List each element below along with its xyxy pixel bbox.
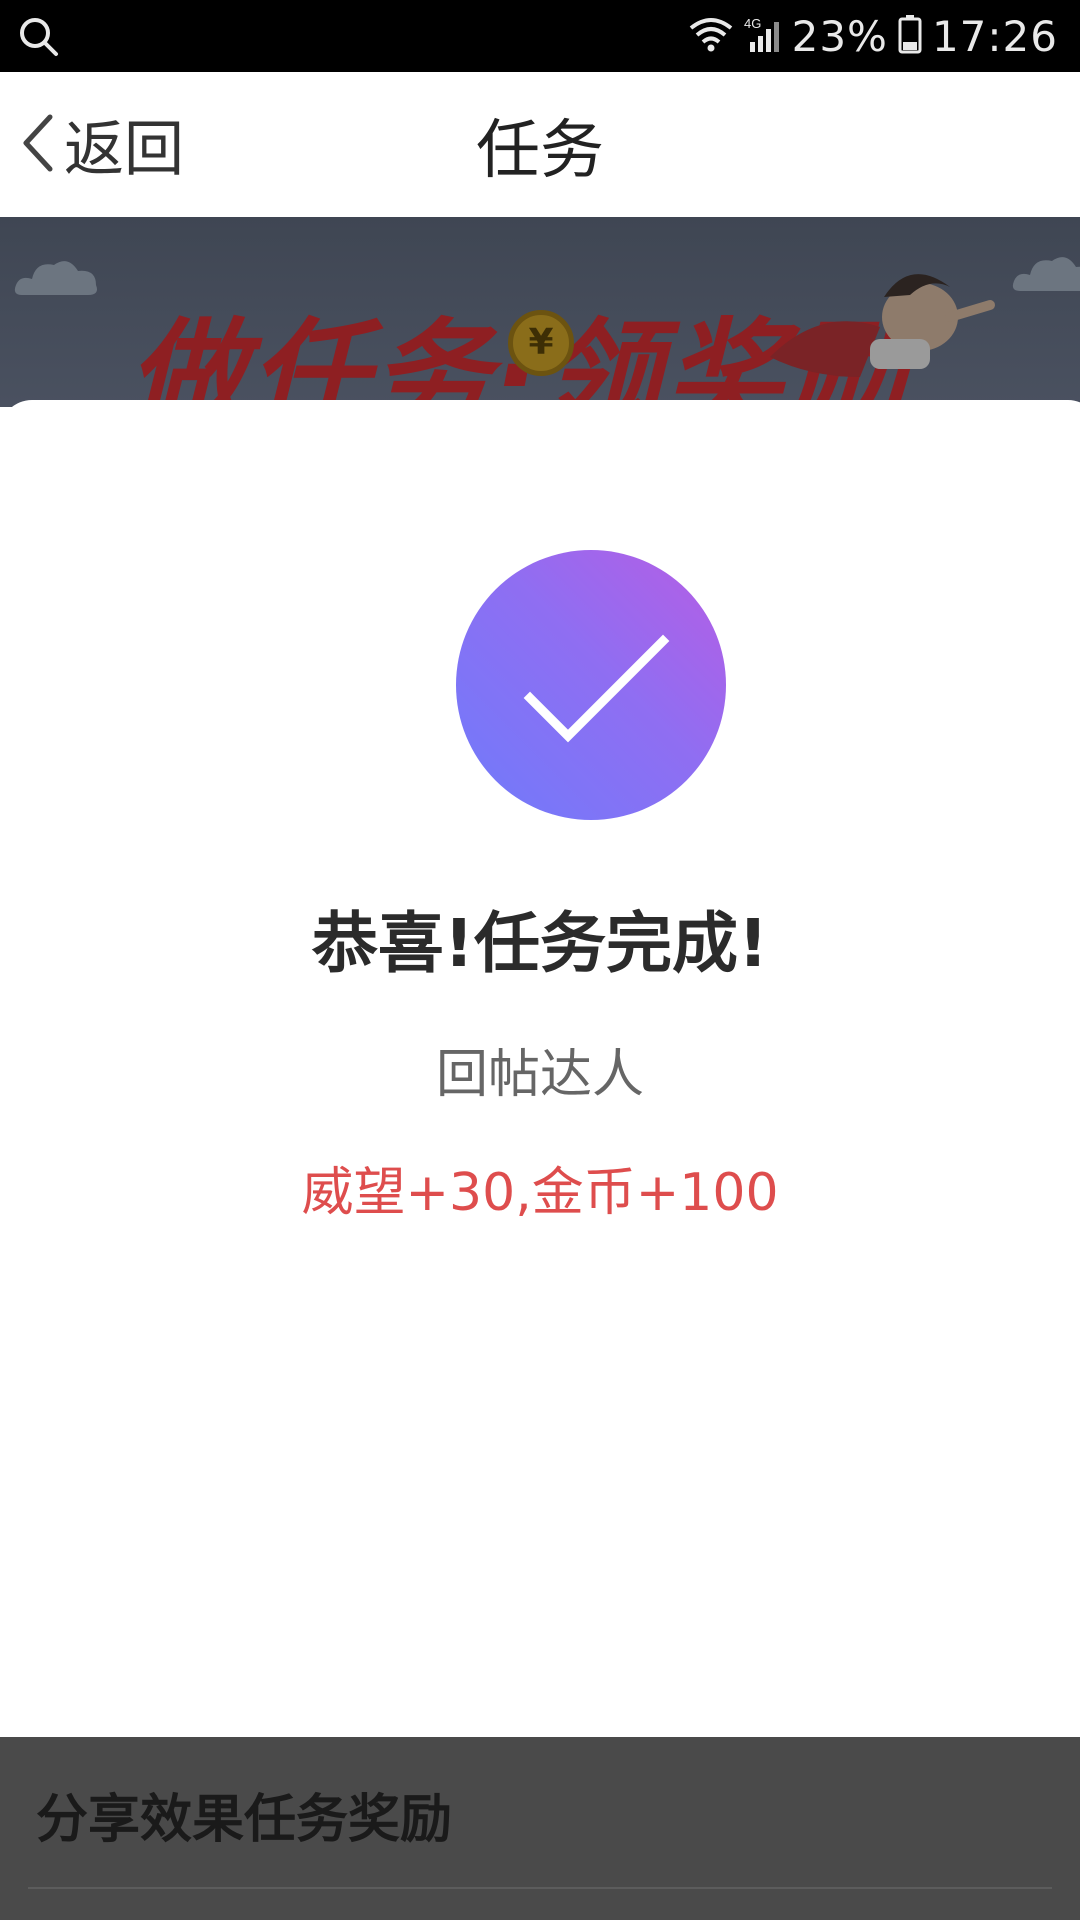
- cloud-icon: [1010, 247, 1080, 301]
- wifi-icon: [688, 14, 734, 58]
- success-badge: [456, 550, 726, 820]
- chevron-left-icon: [18, 111, 58, 179]
- signal-icon: 4G: [744, 14, 782, 58]
- coin-icon: ¥: [508, 310, 574, 376]
- superhero-mascot-icon: [760, 247, 1000, 391]
- battery-percent: 23%: [791, 11, 888, 61]
- section-title: 分享效果任务奖励: [36, 1790, 453, 1850]
- task-page: 4G 23% 17:26 任务 返回 ¥ 分享效果任务奖励 恭喜!任务完成! 回…: [0, 0, 1080, 1920]
- battery-icon: [898, 14, 922, 58]
- reward-text: 威望+30,金币+100: [301, 1163, 779, 1223]
- back-label: 返回: [64, 115, 184, 185]
- nav-bar: 任务 返回: [0, 72, 1080, 217]
- checkmark-icon: [523, 634, 670, 743]
- task-name: 回帖达人: [435, 1045, 644, 1105]
- background-section: 分享效果任务奖励: [0, 1737, 1080, 1920]
- status-bar: 4G 23% 17:26: [0, 0, 1080, 72]
- network-label: 4G: [744, 16, 761, 31]
- divider: [28, 1887, 1052, 1889]
- cloud-icon: [12, 251, 102, 305]
- clock: 17:26: [931, 11, 1058, 61]
- back-button[interactable]: 返回: [18, 102, 184, 187]
- task-complete-dialog: 恭喜!任务完成! 回帖达人 威望+30,金币+100: [0, 400, 1080, 1737]
- task-banner: 做任务·领奖励 ¥: [0, 217, 1080, 407]
- dialog-title: 恭喜!任务完成!: [311, 905, 769, 982]
- search-icon: [16, 14, 60, 58]
